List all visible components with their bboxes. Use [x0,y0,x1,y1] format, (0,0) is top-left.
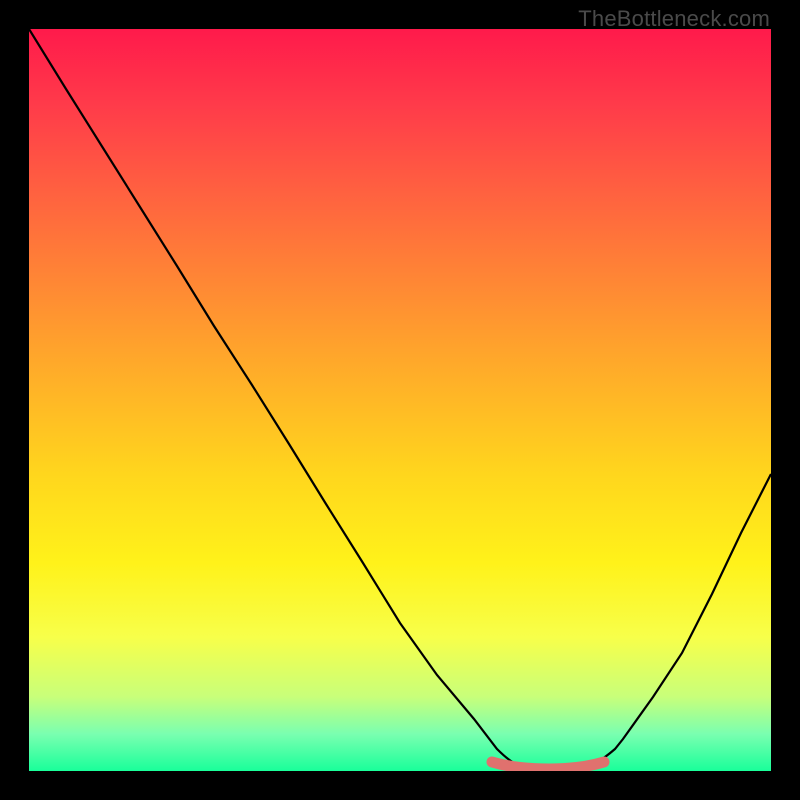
curve-layer [29,29,771,771]
chart-frame: TheBottleneck.com [0,0,800,800]
plot-area [29,29,771,771]
bottleneck-curve [29,29,771,769]
credit-label: TheBottleneck.com [578,6,770,32]
flat-highlight [492,762,604,769]
